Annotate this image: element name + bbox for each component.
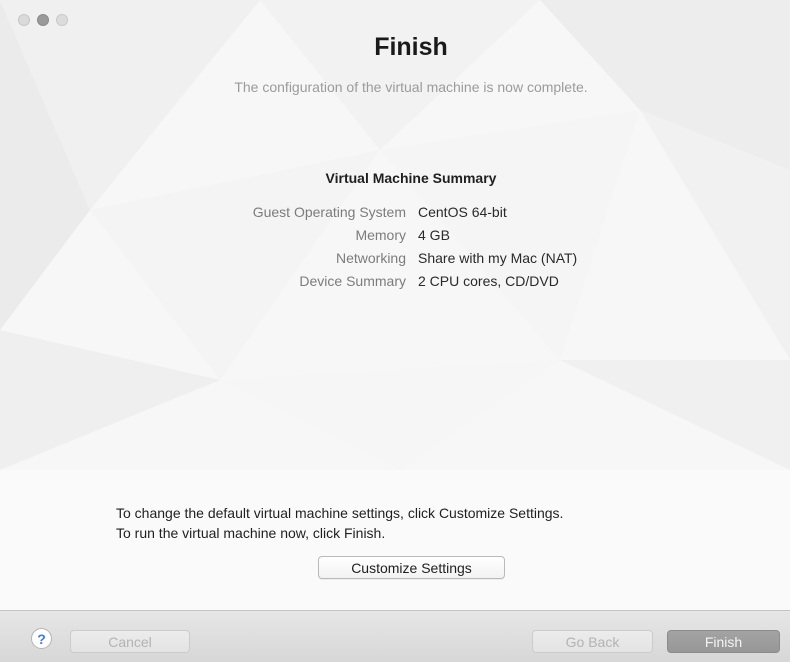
summary-row-guest-os: Guest Operating System CentOS 64-bit: [0, 204, 790, 227]
go-back-button[interactable]: Go Back: [532, 630, 653, 653]
summary-heading: Virtual Machine Summary: [325, 170, 497, 186]
instruction-customize: To change the default virtual machine se…: [116, 505, 564, 521]
summary-label: Guest Operating System: [252, 204, 406, 220]
customize-settings-button[interactable]: Customize Settings: [318, 556, 505, 579]
summary-table: Guest Operating System CentOS 64-bit Mem…: [0, 204, 790, 296]
summary-label: Networking: [335, 250, 406, 266]
bottom-toolbar: ? Cancel Go Back Finish: [0, 610, 790, 662]
summary-value: CentOS 64-bit: [418, 204, 507, 220]
maximize-icon[interactable]: [56, 14, 68, 26]
summary-label: Device Summary: [299, 273, 406, 289]
summary-value: 4 GB: [418, 227, 450, 243]
summary-value: Share with my Mac (NAT): [418, 250, 578, 266]
summary-row-memory: Memory 4 GB: [0, 227, 790, 250]
instruction-finish: To run the virtual machine now, click Fi…: [116, 525, 386, 541]
assistant-window: Finish The configuration of the virtual …: [0, 0, 790, 662]
summary-label: Memory: [355, 227, 406, 243]
summary-value: 2 CPU cores, CD/DVD: [418, 273, 559, 289]
summary-row-device-summary: Device Summary 2 CPU cores, CD/DVD: [0, 273, 790, 296]
page-title: Finish: [374, 33, 448, 61]
cancel-button[interactable]: Cancel: [70, 630, 190, 653]
window-controls: [18, 14, 68, 26]
help-icon: ?: [37, 630, 46, 647]
summary-row-networking: Networking Share with my Mac (NAT): [0, 250, 790, 273]
close-icon[interactable]: [18, 14, 30, 26]
instructions-text: To change the default virtual machine se…: [116, 503, 563, 543]
page-subtitle: The configuration of the virtual machine…: [234, 79, 588, 95]
finish-button[interactable]: Finish: [667, 630, 780, 653]
content-area: Finish The configuration of the virtual …: [0, 0, 790, 610]
minimize-icon[interactable]: [37, 14, 49, 26]
help-button[interactable]: ?: [31, 628, 52, 649]
